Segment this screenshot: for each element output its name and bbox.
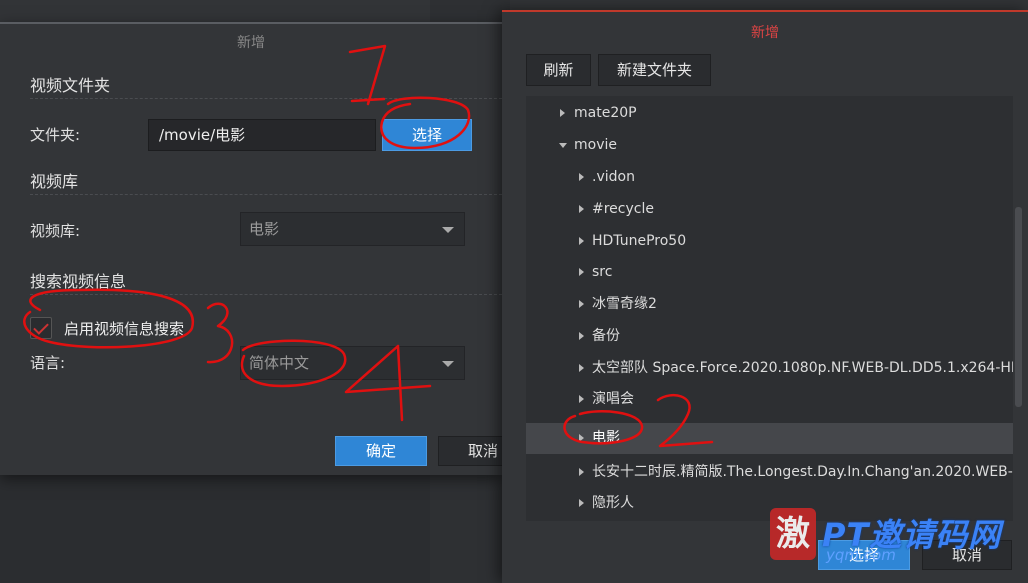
video-folder-section-title: 视频文件夹 (30, 76, 111, 95)
tree-item-selected[interactable]: 电影 (526, 423, 1013, 454)
tree-item-label: 冰雪奇缘2 (592, 296, 657, 312)
chevron-right-icon (579, 268, 584, 276)
tree-item-label: mate20P (574, 105, 637, 121)
tree-item[interactable]: 长安十二时辰.精简版.The.Longest.Day.In.Chang'an.2… (526, 457, 1013, 488)
dialog-title: 新增 (237, 35, 265, 51)
language-select-value: 简体中文 (249, 354, 310, 372)
chevron-right-icon (579, 332, 584, 340)
search-section-title: 搜索视频信息 (30, 272, 127, 291)
tree-item-label: movie (574, 137, 617, 153)
chevron-right-icon (579, 434, 584, 442)
chevron-right-icon (579, 237, 584, 245)
library-section-title: 视频库 (30, 172, 79, 191)
chevron-down-icon (442, 227, 454, 233)
language-select[interactable]: 简体中文 (240, 346, 465, 380)
library-select-value: 电影 (249, 220, 280, 238)
add-video-folder-dialog: 新增 视频文件夹 文件夹: /movie/电影 选择 视频库 视频库: 电影 搜… (0, 22, 528, 475)
enable-search-label: 启用视频信息搜索 (64, 320, 185, 338)
refresh-button[interactable]: 刷新 (526, 54, 591, 86)
divider (30, 194, 502, 195)
watermark-subtext: yqm.com (826, 546, 896, 564)
tree-item[interactable]: 备份 (526, 321, 1013, 352)
chevron-down-icon (442, 361, 454, 367)
chevron-right-icon (579, 499, 584, 507)
tree-item-label: .vidon (592, 169, 635, 185)
tree-item-label: 电影 (592, 430, 620, 446)
ok-button[interactable]: 确定 (335, 436, 427, 466)
tree-item[interactable]: HDTunePro50 (526, 226, 1013, 257)
tree-item-label: 太空部队 Space.Force.2020.1080p.NF.WEB-DL.DD… (592, 360, 1013, 376)
enable-search-checkbox[interactable] (30, 317, 52, 339)
chevron-right-icon (579, 173, 584, 181)
tree-item-label: 长安十二时辰.精简版.The.Longest.Day.In.Chang'an.2… (592, 464, 1013, 480)
divider (30, 294, 502, 295)
tree-item[interactable]: 演唱会 (526, 384, 1013, 415)
library-label: 视频库: (30, 222, 81, 240)
chevron-right-icon (560, 109, 565, 117)
divider (30, 98, 502, 99)
chevron-down-icon (559, 143, 567, 148)
chevron-right-icon (579, 395, 584, 403)
choose-folder-button[interactable]: 选择 (382, 119, 472, 151)
tree-item-label: HDTunePro50 (592, 233, 687, 249)
tree-item-label: src (592, 264, 613, 280)
tree-item-label: 演唱会 (592, 391, 634, 407)
choose-folder-dialog: 新增 刷新 新建文件夹 mate20P movie .vidon #recycl… (502, 10, 1028, 583)
folder-label: 文件夹: (30, 126, 81, 144)
tree-item-label: 隐形人 (592, 495, 634, 511)
tree-item[interactable]: #recycle (526, 194, 1013, 225)
tree-item-label: 备份 (592, 328, 620, 344)
new-folder-button[interactable]: 新建文件夹 (598, 54, 711, 86)
chevron-right-icon (579, 468, 584, 476)
tree-item-label: #recycle (592, 201, 654, 217)
folder-path-input[interactable]: /movie/电影 (148, 119, 376, 151)
chevron-right-icon (579, 205, 584, 213)
dialog-title: 新增 (751, 25, 779, 41)
watermark: 激 PT邀请码网 yqm.com (770, 508, 1020, 568)
tree-item[interactable]: 冰雪奇缘2 (526, 289, 1013, 320)
tree-item[interactable]: mate20P (526, 98, 1013, 129)
language-label: 语言: (30, 354, 66, 372)
tree-item[interactable]: .vidon (526, 162, 1013, 193)
folder-tree: mate20P movie .vidon #recycle HDTunePro5… (526, 96, 1013, 521)
chevron-right-icon (579, 364, 584, 372)
chevron-right-icon (579, 300, 584, 308)
tree-scrollbar[interactable] (1015, 207, 1022, 407)
tree-item[interactable]: src (526, 257, 1013, 288)
tree-item[interactable]: movie (526, 130, 1013, 161)
watermark-logo: 激 (770, 508, 816, 560)
tree-item[interactable]: 太空部队 Space.Force.2020.1080p.NF.WEB-DL.DD… (526, 353, 1013, 384)
library-select[interactable]: 电影 (240, 212, 465, 246)
